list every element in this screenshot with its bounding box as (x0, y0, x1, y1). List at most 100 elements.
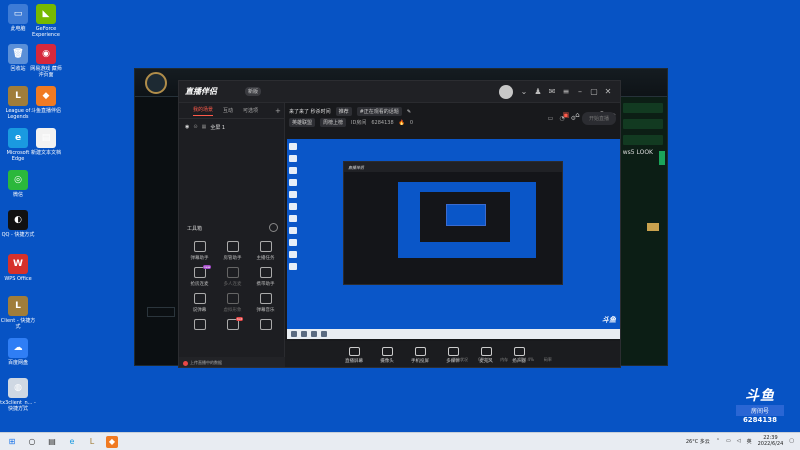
recommend-chip[interactable]: 推荐 (335, 107, 352, 116)
language-indicator[interactable]: 英 (747, 438, 752, 445)
toolbox-item[interactable]: 主播任务 (249, 241, 282, 261)
scene-name: 全屏 1 (210, 124, 226, 131)
source-control[interactable]: 直播屏幕 (343, 346, 365, 364)
rank-chip[interactable]: 周榜上榜 (320, 118, 347, 127)
desktop-icon[interactable]: ◎ 微信 (0, 170, 36, 198)
edit-icon[interactable]: ✎ (407, 109, 411, 115)
online-count: 0 (409, 119, 414, 126)
toolbox-item[interactable]: 房管助手 (216, 241, 249, 261)
toolbox-settings-icon[interactable] (269, 223, 278, 232)
toolbox-item[interactable]: hot (216, 317, 249, 333)
watermark-room-id: 6284138 (742, 416, 778, 424)
windows-taskbar: ⊞ ○ ▤ e L ◆ 26°C 多云 ⌃ ▭ ◁ 英 22:39 2022/6… (0, 432, 800, 450)
desktop-app-icon: ◎ (8, 170, 28, 190)
search-icon[interactable]: ○ (26, 436, 38, 448)
notification-icon[interactable]: ▢ (789, 438, 794, 444)
source-control[interactable]: 手机投屏 (409, 346, 431, 364)
source-control[interactable]: 摄像头 (376, 346, 398, 364)
clock[interactable]: 22:39 2022/6/24 (758, 435, 784, 447)
tab-my-scenes[interactable]: 我的场景 (193, 106, 214, 116)
clock-date: 2022/6/24 (757, 441, 784, 447)
toolbox-item[interactable] (249, 319, 282, 333)
avatar[interactable] (499, 85, 513, 99)
control-icon (414, 346, 426, 356)
toolbox-item[interactable] (183, 319, 216, 333)
desktop-icon-label: QQ - 快捷方式 (1, 232, 35, 238)
tool-icon (259, 241, 272, 252)
douyu-taskbar-icon[interactable]: ◆ (106, 436, 118, 448)
scene-tabs: 我的场景 互动 可选项 + (179, 103, 284, 119)
tool-label: 主播任务 (256, 256, 275, 261)
close-icon[interactable]: ✕ (603, 87, 613, 97)
maximize-icon[interactable]: ▢ (589, 87, 599, 97)
toolbox-item[interactable]: new 抢房连麦 (183, 265, 216, 287)
toolbox-item[interactable]: 多人连麦 (216, 267, 249, 287)
scene-item[interactable]: ◉ ⊝ ▦ 全屏 1 (179, 121, 284, 133)
toolbox-item[interactable]: 弹幕音乐 (249, 293, 282, 313)
stat-item: 码率 (543, 357, 552, 362)
desktop-icon[interactable]: ◐ QQ - 快捷方式 (0, 210, 36, 238)
toolbox-item[interactable]: 说弹幕 (183, 293, 216, 313)
game-panel-row (623, 103, 663, 113)
system-tray: 26°C 多云 ⌃ ▭ ◁ 英 22:39 2022/6/24 ▢ (686, 435, 794, 447)
camera-icon[interactable]: ▭ (548, 115, 554, 122)
minimize-icon[interactable]: – (575, 87, 585, 97)
desktop-icon[interactable]: ▤ 新建文本文档 (28, 128, 64, 156)
desktop-icon-label: GeForce Experience (32, 26, 60, 38)
desktop-icon[interactable]: ◣ GeForce Experience (28, 4, 64, 38)
league-icon[interactable]: L (86, 436, 98, 448)
toolbox-item[interactable]: 虚拟形象 (216, 293, 249, 313)
add-scene-button[interactable]: + (275, 107, 281, 115)
tool-label: 虚拟形象 (223, 308, 242, 313)
desktop-app-icon: L (8, 86, 28, 106)
desktop-icon[interactable]: ☁ 百度网盘 (0, 338, 36, 366)
start-live-button[interactable]: 开始直播 (581, 112, 616, 125)
tab-optional[interactable]: 可选项 (243, 107, 258, 114)
app-logo: 直播伴侣 (185, 87, 217, 96)
control-right: ▭ ◔ ⚙ 开始直播 (548, 112, 616, 125)
tool-icon (226, 241, 239, 252)
topic-chip[interactable]: #正在观看的话题 (356, 107, 402, 116)
toolbox-item[interactable]: 携带助手 (249, 267, 282, 287)
game-left-panel (135, 97, 179, 365)
desktop-icon-label: tx3client_n... - 快捷方式 (0, 400, 36, 412)
category-chip[interactable]: 英雄联盟 (289, 118, 316, 127)
chevron-down-icon[interactable]: ⌄ (519, 87, 529, 97)
shirt-icon[interactable]: ♟ (533, 87, 543, 97)
toolbox-item[interactable]: 弹幕助手 (183, 241, 216, 261)
weather-text[interactable]: 26°C 多云 (686, 438, 710, 445)
edge-icon[interactable]: e (66, 436, 78, 448)
desktop-icon[interactable]: ◍ tx3client_n... - 快捷方式 (0, 378, 36, 412)
desktop-icon-label: 微信 (12, 192, 23, 198)
lock-icon[interactable]: ⊝ (193, 124, 197, 130)
task-view-icon[interactable]: ▤ (46, 436, 58, 448)
chevron-up-icon[interactable]: ⌃ (716, 438, 720, 444)
game-side-bar (147, 307, 175, 317)
tab-interaction[interactable]: 互动 (223, 107, 233, 114)
volume-icon[interactable]: ◁ (737, 438, 741, 444)
sidebar-footer[interactable]: 上传直播中的数据 (179, 357, 285, 367)
fire-icon: 🔥 (398, 119, 405, 126)
menu-icon[interactable]: ≡ (561, 87, 571, 97)
stream-title[interactable]: 来了来了 秒杀时间 (289, 108, 331, 115)
desktop-icon[interactable]: ◆ 斗鱼直播伴侣 (28, 86, 64, 114)
control-icon (381, 346, 393, 356)
game-panel-row (623, 119, 663, 129)
gear-icon[interactable]: ⚙ (571, 115, 576, 122)
desktop-icon[interactable]: L Client - 快捷方式 (0, 296, 36, 330)
eye-icon[interactable]: ◉ (185, 124, 189, 130)
game-logo-icon (145, 72, 167, 94)
preview-desktop-icons (289, 143, 299, 275)
speed-icon[interactable]: ◔ (559, 115, 564, 122)
desktop-icon[interactable]: ◉ 网易游戏 藏师 沖页面 (28, 44, 64, 78)
mail-icon[interactable]: ✉ (547, 87, 557, 97)
watermark-room-label: 房间号 (736, 405, 784, 416)
app-version-badge[interactable]: 新版 (245, 87, 262, 96)
desktop-app-icon: ◍ (8, 378, 28, 398)
control-label: 手机投屏 (411, 358, 429, 364)
windows-start-icon[interactable]: ⊞ (6, 436, 18, 448)
desktop-icon[interactable]: W WPS Office (0, 254, 36, 282)
network-icon[interactable]: ▭ (726, 438, 731, 444)
tool-label: 携带助手 (256, 282, 275, 287)
streaming-app-window[interactable]: 直播伴侣 新版 ⌄ ♟ ✉ ≡ – ▢ ✕ 我的场景 互动 可选项 + ◉ ⊝ … (178, 80, 621, 368)
